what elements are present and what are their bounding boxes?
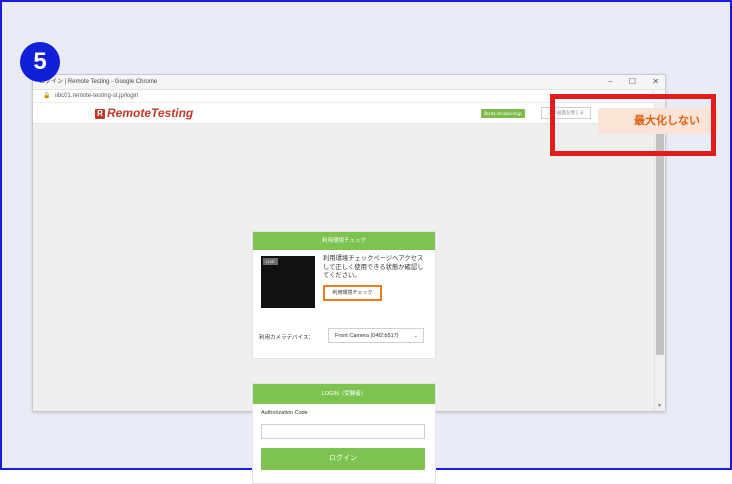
lock-icon: 🔒	[43, 93, 51, 99]
window-title: ログイン | Remote Testing - Google Chrome	[39, 79, 158, 85]
step-number-badge: 5	[20, 42, 60, 82]
auth-code-label: Authorization Code	[261, 410, 308, 416]
camera-device-select[interactable]: Front Camera (04f2:b517) ⌄	[328, 328, 424, 343]
env-check-button[interactable]: 利用環境チェック	[323, 285, 382, 301]
camera-preview: LIVE	[261, 256, 315, 308]
env-check-header: 利用環境チェック	[253, 232, 435, 250]
environment-chip: iibc01.rtc-plus-st.jp	[481, 109, 525, 118]
close-icon[interactable]: ✕	[652, 77, 659, 86]
browser-titlebar: ログイン | Remote Testing - Google Chrome − …	[33, 75, 665, 90]
chevron-down-icon: ⌄	[413, 333, 418, 339]
site-logo: R RemoteTesting	[95, 106, 193, 120]
maximize-icon[interactable]: ☐	[629, 77, 636, 86]
login-card: LOGIN（受験者） Authorization Code ログイン	[252, 383, 436, 484]
login-header: LOGIN（受験者）	[253, 384, 435, 404]
env-check-description: 利用環境チェックページへアクセスして正しく使用できる状態か確認してください。	[323, 255, 424, 280]
tutorial-frame: 5 ログイン | Remote Testing - Google Chrome …	[0, 0, 732, 484]
env-check-card: 利用環境チェック LIVE 利用環境チェックページへアクセスして正しく使用できる…	[252, 231, 436, 359]
minimize-icon[interactable]: −	[608, 77, 613, 86]
live-badge: LIVE	[263, 258, 278, 265]
scroll-down-icon[interactable]: ▼	[657, 403, 662, 409]
highlight-box	[550, 94, 716, 156]
auth-code-input[interactable]	[261, 424, 425, 439]
login-button[interactable]: ログイン	[261, 448, 425, 470]
url-text[interactable]: iibc01.remote-testing-st.jp/login	[55, 93, 138, 99]
camera-device-label: 利用カメラデバイス：	[259, 335, 314, 341]
logo-mark-icon: R	[95, 109, 105, 119]
window-controls: − ☐ ✕	[594, 75, 659, 89]
